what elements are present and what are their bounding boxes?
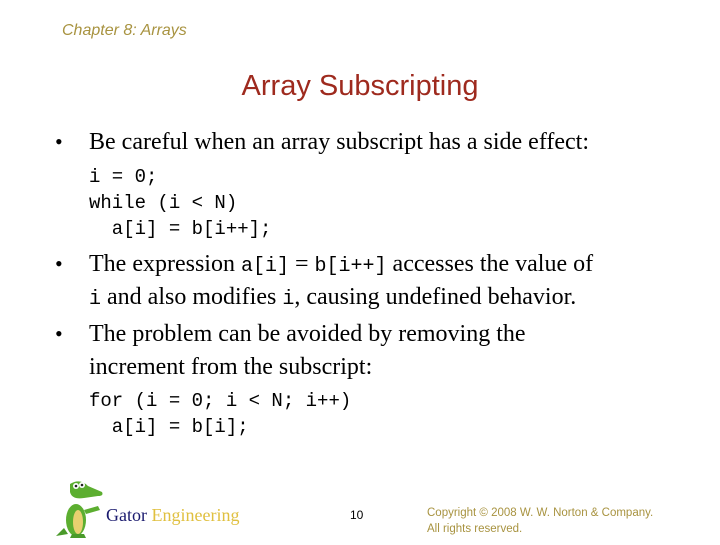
code-block-1: i = 0; while (i < N) a[i] = b[i++]; (89, 164, 271, 242)
bullet-1-text: Be careful when an array subscript has a… (89, 129, 590, 155)
copyright-line: Copyright © 2008 W. W. Norton & Company. (427, 507, 654, 519)
copyright-line: All rights reserved. (427, 523, 523, 535)
bullet-3-line-1: The problem can be avoided by removing t… (89, 321, 526, 347)
page-number: 10 (350, 508, 364, 522)
copyright: Copyright © 2008 W. W. Norton & Company.… (427, 505, 653, 537)
code-line: a[i] = b[i]; (89, 416, 249, 438)
text: The expression (89, 251, 241, 277)
bullet-dot-icon: • (55, 251, 63, 276)
bullet-dot-icon: • (55, 129, 63, 154)
gator-engineering-logo: Gator Engineering (106, 505, 239, 526)
gator-mascot-icon (50, 476, 110, 540)
inline-code: a[i] (240, 255, 289, 278)
inline-code: b[i++] (314, 255, 387, 278)
text: and also modifies (101, 284, 283, 310)
text: = (288, 251, 315, 277)
brand-word-engineering: Engineering (151, 505, 240, 525)
brand-word-gator: Gator (106, 505, 147, 525)
text: , causing undefined behavior. (294, 284, 577, 310)
bullet-2-line-2: i and also modifies i, causing undefined… (89, 280, 576, 317)
bullet-2-line-1: The expression a[i] = b[i++] accesses th… (89, 247, 593, 284)
text: accesses the value of (386, 251, 594, 277)
bullet-dot-icon: • (55, 321, 63, 346)
code-block-2: for (i = 0; i < N; i++) a[i] = b[i]; (89, 388, 351, 440)
code-line: while (i < N) (89, 192, 238, 214)
code-line: a[i] = b[i++]; (89, 218, 272, 240)
slide-title: Array Subscripting (241, 70, 479, 102)
code-line: i = 0; (89, 166, 158, 188)
chapter-label: Chapter 8: Arrays (62, 22, 187, 39)
bullet-3-line-2: increment from the subscript: (89, 354, 373, 380)
inline-code: i (89, 288, 102, 311)
inline-code: i (282, 288, 295, 311)
code-line: for (i = 0; i < N; i++) (89, 390, 352, 412)
